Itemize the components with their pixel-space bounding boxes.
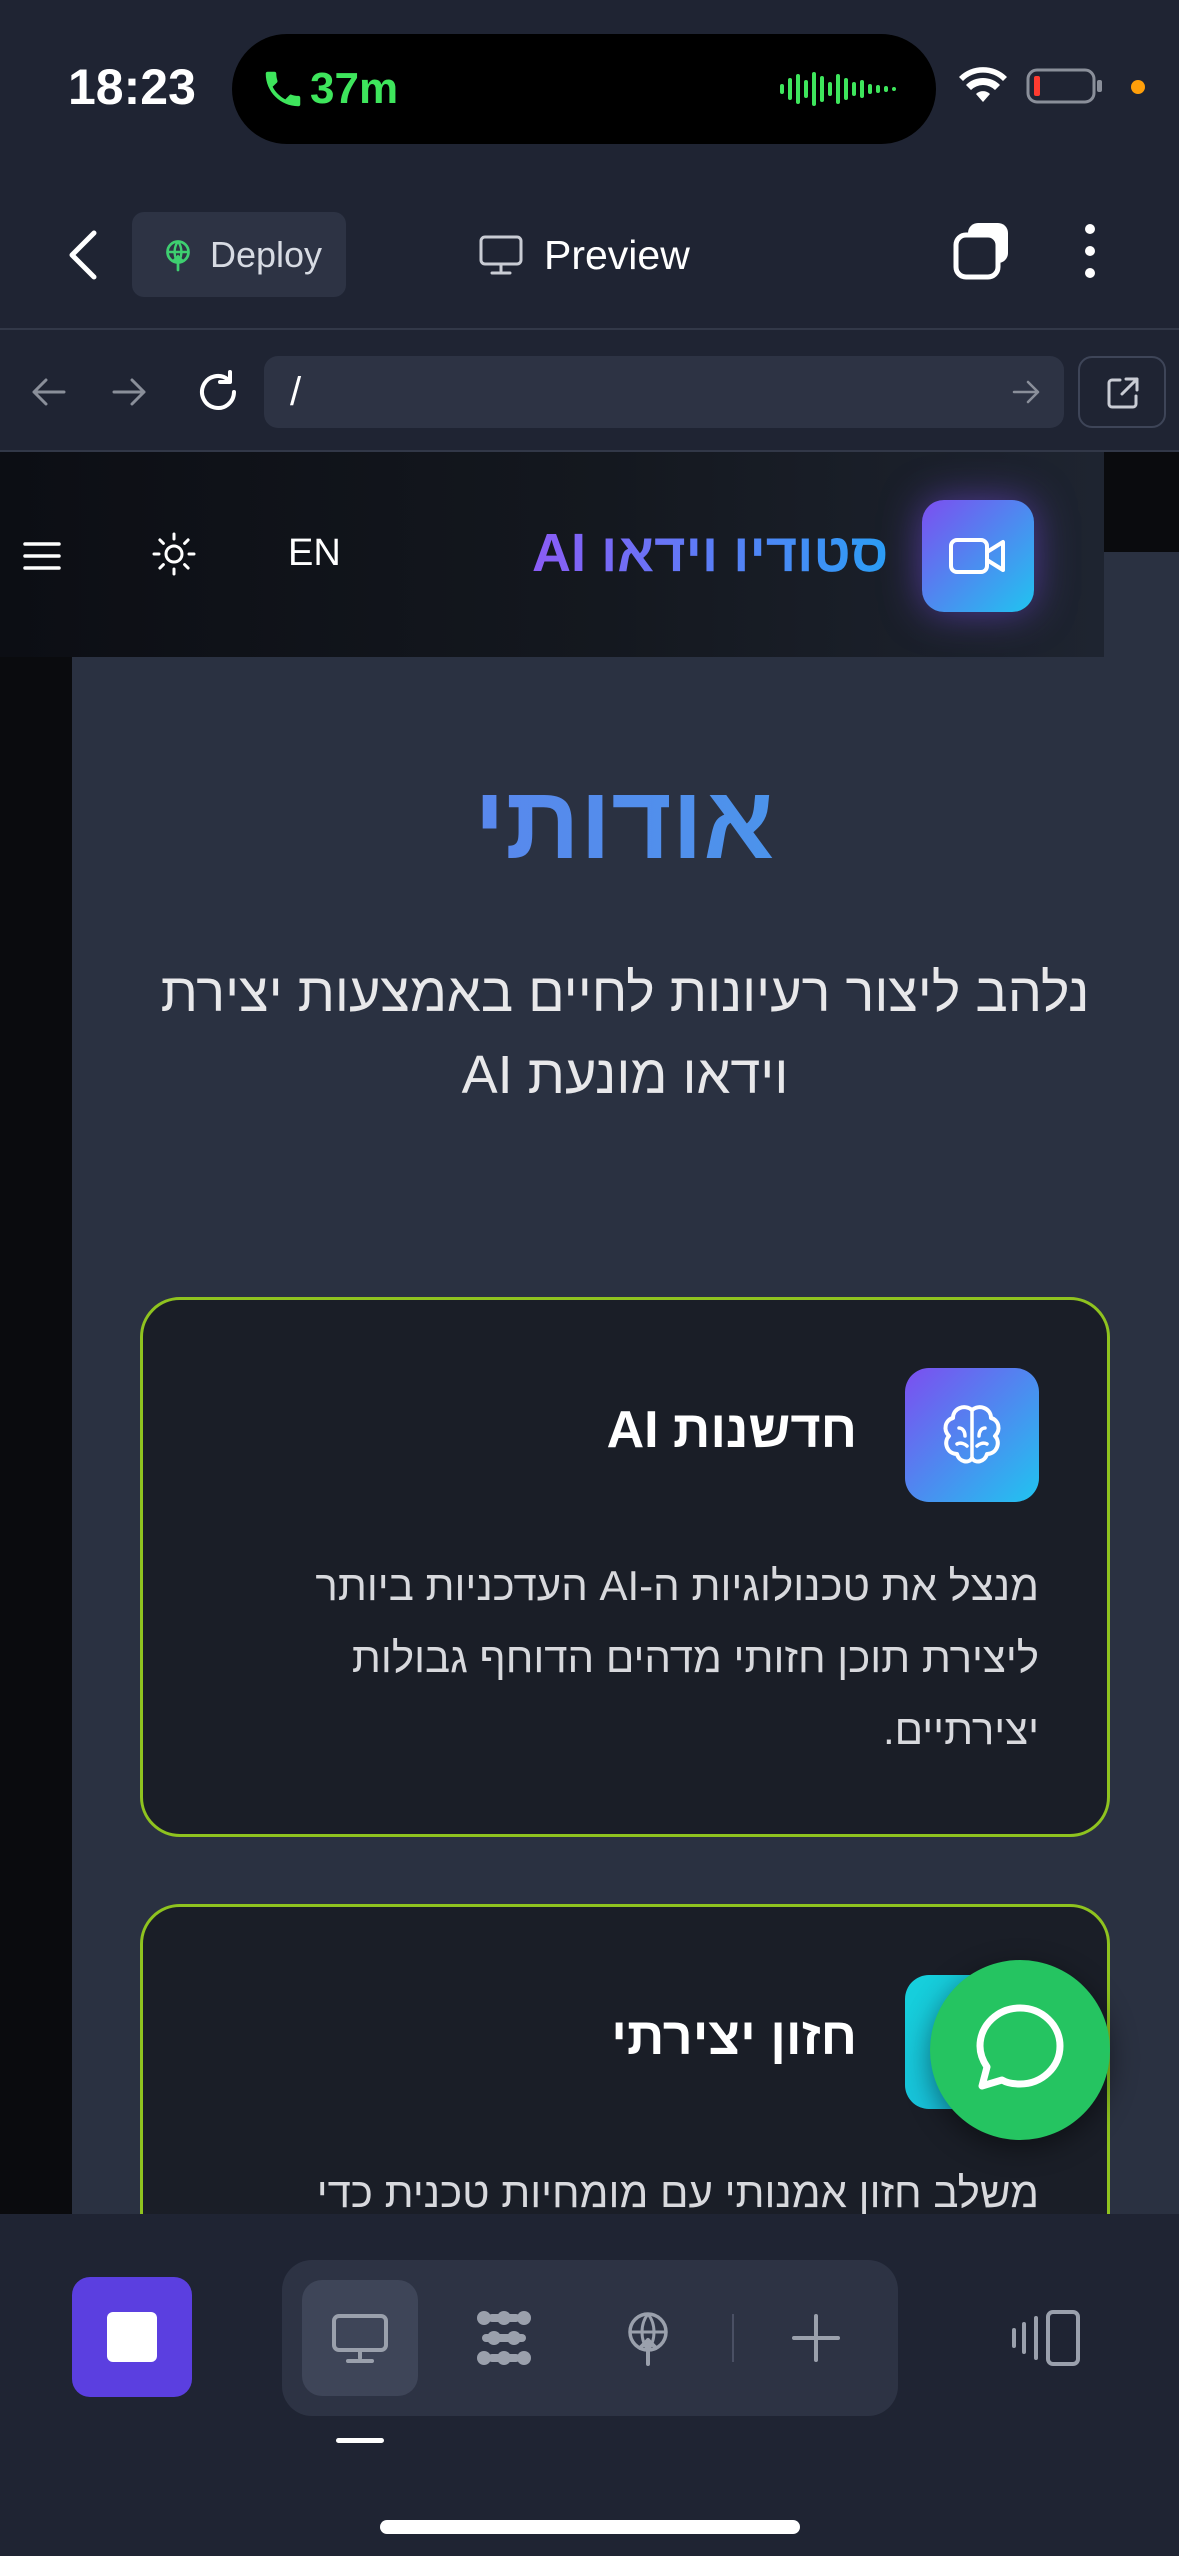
url-bar: /	[0, 330, 1179, 452]
card-body: מנצל את טכנולוגיות ה-AI העדכניות ביותר ל…	[315, 1562, 1039, 1753]
brain-icon	[943, 1405, 1001, 1464]
card-body: משלב חזון אמנותי עם מומחיות טכנית כדי	[316, 2169, 1039, 2214]
home-indicator[interactable]	[380, 2520, 800, 2534]
card-icon-badge	[905, 1368, 1039, 1502]
preview-gutter-right	[1104, 452, 1179, 552]
dock-tab-workflow[interactable]	[446, 2280, 562, 2396]
clock: 18:23	[68, 59, 196, 115]
dock-tab-deploy[interactable]	[590, 2280, 706, 2396]
go-arrow-icon[interactable]	[1010, 376, 1042, 408]
privacy-indicator	[1131, 80, 1145, 94]
sun-icon[interactable]	[152, 532, 196, 576]
url-input[interactable]: /	[264, 356, 1064, 428]
battery-icon	[1026, 68, 1102, 104]
audio-waveform-icon	[780, 72, 896, 106]
call-duration: 37m	[310, 64, 399, 113]
brand-name[interactable]: סטודיו וידאו AI	[532, 522, 888, 584]
preview-gutter	[0, 657, 72, 2214]
active-tab-indicator	[336, 2438, 384, 2443]
deploy-button[interactable]: Deploy	[132, 212, 346, 297]
dock-add-button[interactable]	[758, 2280, 874, 2396]
panel-layout-icon[interactable]	[1012, 2308, 1082, 2368]
reload-icon[interactable]	[192, 366, 244, 418]
about-subtitle: נלהב ליצור רעיונות לחיים באמצעות יצירת ו…	[160, 963, 1090, 1105]
whatsapp-button[interactable]	[930, 1960, 1110, 2140]
video-camera-icon	[949, 538, 1005, 574]
nodes-icon	[477, 2311, 531, 2365]
dock-tab-group	[282, 2260, 898, 2416]
chat-bubble-icon	[976, 2004, 1064, 2090]
bottom-dock	[0, 2214, 1179, 2556]
stop-button[interactable]	[72, 2277, 192, 2397]
dock-tab-preview[interactable]	[302, 2280, 418, 2396]
preview-tab[interactable]: Preview	[478, 223, 690, 287]
card-title: חזון יצירתי	[611, 2008, 857, 2066]
web-preview: EN סטודיו וידאו AI אודותי נלהב ליצור רעי…	[0, 452, 1179, 2214]
language-toggle[interactable]: EN	[288, 532, 341, 575]
feature-card: חדשנות AI מנצל את טכנולוגיות ה-AI העדכני…	[140, 1297, 1110, 1837]
dock-divider	[732, 2314, 734, 2362]
dynamic-island[interactable]: 37m	[232, 34, 936, 144]
deploy-icon	[628, 2312, 668, 2366]
monitor-icon	[332, 2314, 388, 2363]
more-vertical-icon[interactable]	[1072, 219, 1108, 283]
plus-icon	[792, 2314, 840, 2362]
card-title: חדשנות AI	[606, 1401, 857, 1459]
wifi-icon	[959, 67, 1007, 102]
url-text: /	[290, 370, 302, 414]
arrow-left-icon[interactable]	[26, 370, 70, 414]
phone-icon	[265, 71, 301, 107]
brand-logo[interactable]	[922, 500, 1034, 612]
stop-icon	[107, 2312, 157, 2362]
deploy-label: Deploy	[210, 233, 323, 275]
about-title: אודותי	[72, 764, 1176, 883]
tabs-icon[interactable]	[950, 219, 1014, 283]
arrow-right-icon[interactable]	[108, 370, 152, 414]
preview-label: Preview	[544, 231, 690, 278]
status-bar: 18:23 37m	[0, 0, 1179, 175]
back-chevron-icon[interactable]	[60, 225, 110, 285]
external-link-icon	[1107, 377, 1139, 409]
app-toolbar: Deploy Preview	[0, 175, 1179, 330]
open-external-button[interactable]	[1078, 356, 1166, 428]
menu-icon[interactable]	[22, 540, 62, 572]
site-header: EN סטודיו וידאו AI	[0, 452, 1104, 657]
monitor-icon	[479, 235, 523, 275]
deploy-icon	[166, 239, 190, 271]
